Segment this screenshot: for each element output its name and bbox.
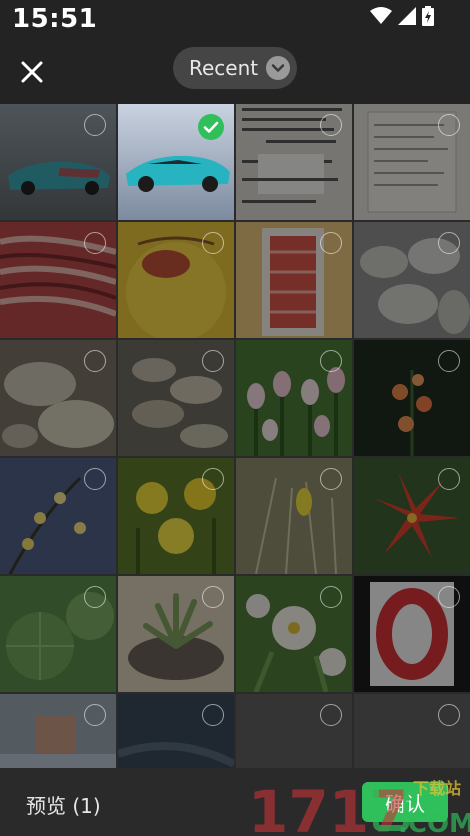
select-circle[interactable] xyxy=(438,114,460,136)
photo-thumbnail[interactable] xyxy=(0,222,116,338)
photo-thumbnail[interactable] xyxy=(118,576,234,692)
photo-thumbnail[interactable] xyxy=(354,576,470,692)
select-circle[interactable] xyxy=(320,704,342,726)
select-circle[interactable] xyxy=(202,468,224,490)
confirm-button[interactable]: 确认 xyxy=(362,782,448,822)
photo-thumbnail[interactable] xyxy=(236,104,352,220)
close-button[interactable] xyxy=(14,54,50,90)
album-label: Recent xyxy=(189,56,259,80)
photo-thumbnail[interactable] xyxy=(354,694,470,768)
photo-grid xyxy=(0,104,470,768)
bottom-bar: 预览 (1) 确认 xyxy=(0,768,470,836)
photo-thumbnail[interactable] xyxy=(236,340,352,456)
app-bar: Recent xyxy=(0,40,470,104)
status-icons xyxy=(370,6,434,26)
photo-thumbnail-selected[interactable] xyxy=(118,104,234,220)
select-circle[interactable] xyxy=(202,586,224,608)
photo-thumbnail[interactable] xyxy=(0,340,116,456)
photo-thumbnail[interactable] xyxy=(236,222,352,338)
album-selector[interactable]: Recent xyxy=(173,47,297,89)
status-time: 15:51 xyxy=(12,4,98,34)
select-circle[interactable] xyxy=(438,586,460,608)
select-circle[interactable] xyxy=(84,704,106,726)
photo-thumbnail[interactable] xyxy=(118,340,234,456)
photo-thumbnail[interactable] xyxy=(118,458,234,574)
select-circle[interactable] xyxy=(438,232,460,254)
photo-thumbnail[interactable] xyxy=(118,222,234,338)
select-circle[interactable] xyxy=(320,232,342,254)
select-circle[interactable] xyxy=(438,350,460,372)
photo-thumbnail[interactable] xyxy=(0,694,116,768)
selected-check-icon[interactable] xyxy=(198,114,224,140)
close-icon xyxy=(21,61,43,83)
select-circle[interactable] xyxy=(438,468,460,490)
photo-thumbnail[interactable] xyxy=(0,576,116,692)
photo-thumbnail[interactable] xyxy=(236,576,352,692)
photo-thumbnail[interactable] xyxy=(354,458,470,574)
select-circle[interactable] xyxy=(202,350,224,372)
photo-thumbnail[interactable] xyxy=(236,458,352,574)
preview-button[interactable]: 预览 (1) xyxy=(26,790,101,819)
select-circle[interactable] xyxy=(320,350,342,372)
chevron-down-icon xyxy=(266,56,291,80)
select-circle[interactable] xyxy=(202,704,224,726)
photo-thumbnail[interactable] xyxy=(0,104,116,220)
select-circle[interactable] xyxy=(202,232,224,254)
wifi-icon xyxy=(370,7,392,24)
select-circle[interactable] xyxy=(84,114,106,136)
status-bar: 15:51 xyxy=(0,0,470,40)
signal-icon xyxy=(398,7,416,25)
select-circle[interactable] xyxy=(84,232,106,254)
photo-thumbnail[interactable] xyxy=(0,458,116,574)
select-circle[interactable] xyxy=(320,586,342,608)
select-circle[interactable] xyxy=(84,468,106,490)
select-circle[interactable] xyxy=(84,350,106,372)
photo-thumbnail[interactable] xyxy=(118,694,234,768)
battery-icon xyxy=(422,6,434,26)
select-circle[interactable] xyxy=(320,468,342,490)
photo-thumbnail[interactable] xyxy=(354,104,470,220)
select-circle[interactable] xyxy=(320,114,342,136)
photo-thumbnail[interactable] xyxy=(236,694,352,768)
select-circle[interactable] xyxy=(438,704,460,726)
photo-thumbnail[interactable] xyxy=(354,222,470,338)
photo-thumbnail[interactable] xyxy=(354,340,470,456)
select-circle[interactable] xyxy=(84,586,106,608)
